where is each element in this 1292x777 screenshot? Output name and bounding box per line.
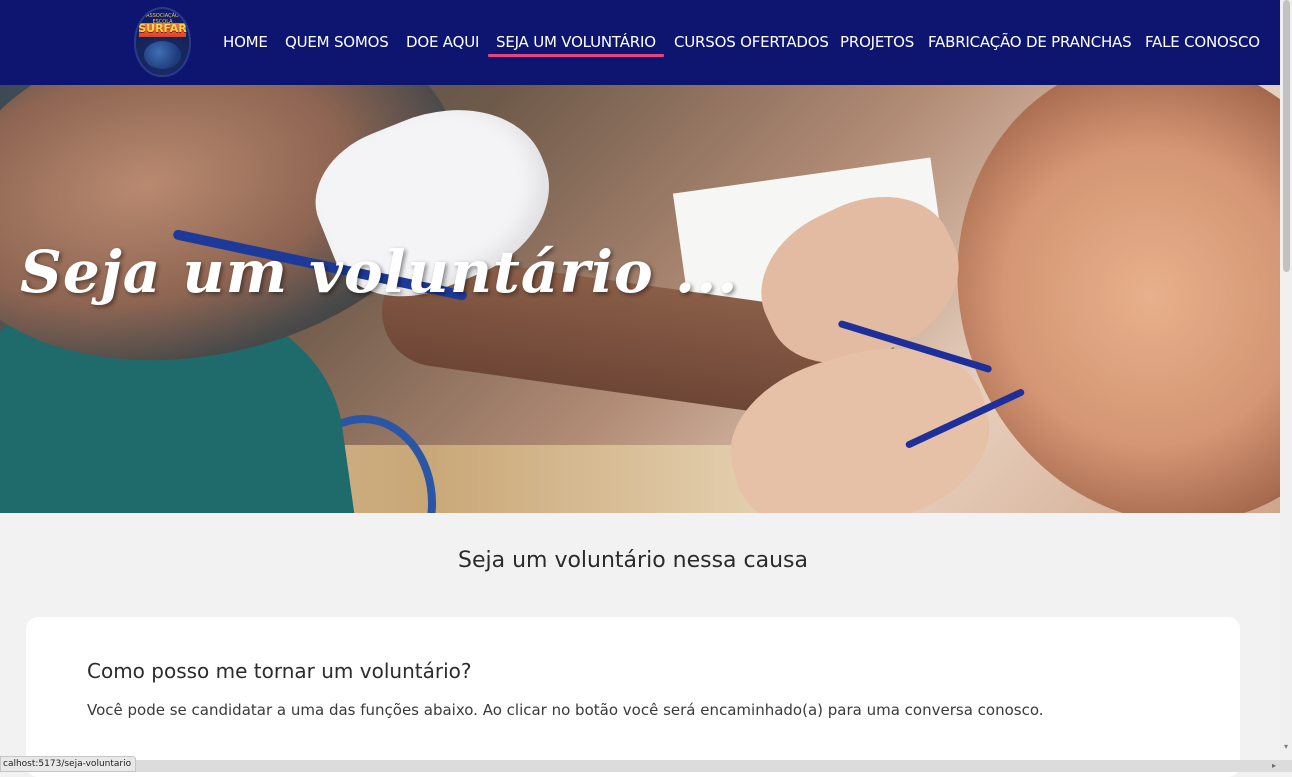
- nav-quem-somos[interactable]: QUEM SOMOS: [285, 33, 389, 53]
- scroll-down-arrow-icon[interactable]: ▾: [1281, 742, 1291, 754]
- nav-home[interactable]: HOME: [223, 33, 268, 53]
- logo-brand-text: SURFAR: [138, 22, 187, 35]
- info-card: [26, 617, 1240, 777]
- nav-doe-aqui[interactable]: DOE AQUI: [406, 33, 479, 53]
- surfar-logo[interactable]: ASSOCIAÇÃO ESCOLA SURFAR: [134, 7, 191, 77]
- scroll-right-arrow-icon[interactable]: ▸: [1268, 760, 1280, 772]
- wave-icon: [144, 41, 181, 69]
- horizontal-scrollbar[interactable]: [0, 760, 1292, 772]
- hero-title: Seja um voluntário ...: [20, 238, 739, 306]
- nav-fabricacao-de-pranchas[interactable]: FABRICAÇÃO DE PRANCHAS: [928, 33, 1132, 53]
- section-title: Seja um voluntário nessa causa: [458, 548, 808, 573]
- nav-fale-conosco[interactable]: FALE CONOSCO: [1145, 33, 1260, 53]
- status-bar-url: calhost:5173/seja-voluntario: [0, 756, 137, 772]
- nav-cursos-ofertados[interactable]: CURSOS OFERTADOS: [674, 33, 829, 53]
- card-text: Você pode se candidatar a uma das funçõe…: [87, 701, 1044, 719]
- nav-projetos[interactable]: PROJETOS: [840, 33, 914, 53]
- nav-seja-um-voluntario[interactable]: SEJA UM VOLUNTÁRIO: [488, 33, 664, 57]
- card-title: Como posso me tornar um voluntário?: [87, 659, 472, 683]
- vertical-scrollbar-thumb[interactable]: [1283, 0, 1290, 272]
